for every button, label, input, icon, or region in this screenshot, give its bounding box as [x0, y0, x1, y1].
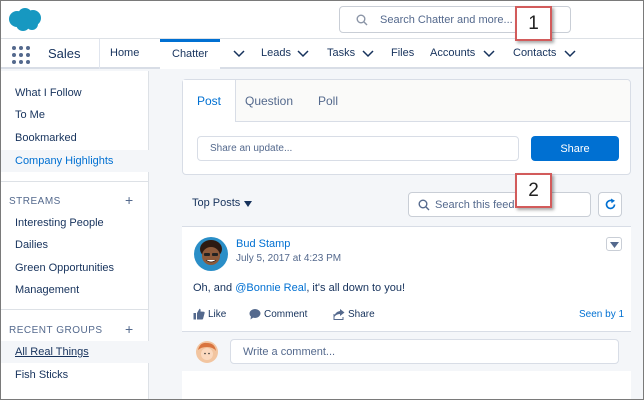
chatter-sidebar: What I Follow To Me Bookmarked Company H…: [1, 71, 149, 399]
feed-search-box[interactable]: [408, 192, 591, 217]
write-comment-input[interactable]: [230, 339, 619, 364]
app-name: Sales: [48, 46, 81, 61]
sidebar-item-management[interactable]: Management: [1, 279, 149, 301]
comment-icon: [249, 309, 261, 320]
nav-item-tasks[interactable]: Tasks: [327, 39, 355, 69]
comment-label: Comment: [264, 309, 308, 320]
chevron-down-icon[interactable]: [483, 49, 495, 59]
sidebar-item-bookmarked[interactable]: Bookmarked: [1, 127, 149, 149]
add-stream-icon[interactable]: +: [125, 192, 133, 208]
chevron-down-icon[interactable]: [297, 49, 309, 59]
sidebar-item-what-i-follow[interactable]: What I Follow: [1, 82, 149, 104]
share-update-input[interactable]: [197, 136, 519, 161]
comment-composer: [182, 331, 631, 371]
caret-down-icon[interactable]: [244, 201, 252, 207]
search-icon: [356, 14, 368, 26]
feed-post: Bud Stamp July 5, 2017 at 4:23 PM Oh, an…: [182, 226, 631, 399]
sidebar-item-fish-sticks[interactable]: Fish Sticks: [1, 364, 149, 386]
sidebar-item-green-opportunities[interactable]: Green Opportunities: [1, 257, 149, 279]
publisher-tabs: Post Question Poll: [183, 80, 630, 122]
post-body: Oh, and @Bonnie Real, it's all down to y…: [193, 282, 405, 294]
feed-sort-dropdown[interactable]: Top Posts: [192, 197, 240, 209]
chevron-down-icon[interactable]: [233, 49, 245, 59]
like-label: Like: [208, 309, 227, 320]
feed-search-input[interactable]: [435, 197, 585, 213]
salesforce-chatter-window: Sales Home Chatter Leads Tasks Files Acc…: [0, 0, 644, 400]
share-post-label: Share: [348, 309, 375, 320]
avatar: [196, 341, 218, 363]
callout-marker: 2: [515, 173, 552, 208]
nav-item-chatter[interactable]: Chatter: [160, 39, 221, 69]
sidebar-item-all-real-things[interactable]: All Real Things: [1, 341, 149, 363]
tab-post[interactable]: Post: [183, 80, 237, 122]
recent-groups-heading: RECENT GROUPS: [9, 325, 103, 336]
seen-by-link[interactable]: Seen by 1: [579, 309, 624, 320]
callout-marker: 1: [515, 6, 552, 41]
tab-question[interactable]: Question: [245, 80, 293, 122]
app-nav-bar: Sales Home Chatter Leads Tasks Files Acc…: [1, 39, 643, 69]
nav-item-files[interactable]: Files: [391, 39, 414, 69]
refresh-icon: [605, 198, 616, 210]
streams-heading: STREAMS: [9, 196, 61, 207]
refresh-feed-button[interactable]: [598, 192, 622, 217]
sidebar-divider: [1, 181, 148, 182]
post-actions-bar: Like Comment Share Seen by 1: [182, 306, 631, 324]
post-timestamp[interactable]: July 5, 2017 at 4:23 PM: [236, 253, 341, 264]
mention-link[interactable]: @Bonnie Real: [235, 282, 306, 294]
caret-down-icon: [610, 242, 619, 248]
share-icon: [333, 309, 345, 320]
sidebar-item-to-me[interactable]: To Me: [1, 104, 149, 126]
sidebar-item-dailies[interactable]: Dailies: [1, 234, 149, 256]
chevron-down-icon[interactable]: [564, 49, 576, 59]
nav-item-leads[interactable]: Leads: [261, 39, 291, 69]
tab-poll[interactable]: Poll: [318, 80, 338, 122]
sidebar-item-interesting-people[interactable]: Interesting People: [1, 212, 149, 234]
nav-item-home[interactable]: Home: [110, 39, 139, 69]
avatar[interactable]: [194, 237, 228, 271]
add-group-icon[interactable]: +: [125, 321, 133, 337]
like-icon: [193, 308, 205, 320]
search-icon: [418, 199, 430, 211]
sidebar-item-company-highlights[interactable]: Company Highlights: [1, 150, 149, 172]
chatter-publisher: Post Question Poll Share: [182, 79, 631, 175]
app-launcher-icon[interactable]: [12, 46, 30, 64]
sidebar-divider: [1, 309, 148, 310]
nav-item-accounts[interactable]: Accounts: [430, 39, 475, 69]
salesforce-cloud-icon[interactable]: [7, 7, 43, 33]
nav-divider: [99, 39, 100, 69]
nav-item-contacts[interactable]: Contacts: [513, 39, 556, 69]
share-button[interactable]: Share: [531, 136, 619, 161]
post-actions-menu[interactable]: [606, 237, 622, 251]
post-author-link[interactable]: Bud Stamp: [236, 238, 290, 250]
post-body-prefix: Oh, and: [193, 282, 236, 294]
chevron-down-icon[interactable]: [362, 49, 374, 59]
post-body-suffix: , it's all down to you!: [306, 282, 406, 294]
